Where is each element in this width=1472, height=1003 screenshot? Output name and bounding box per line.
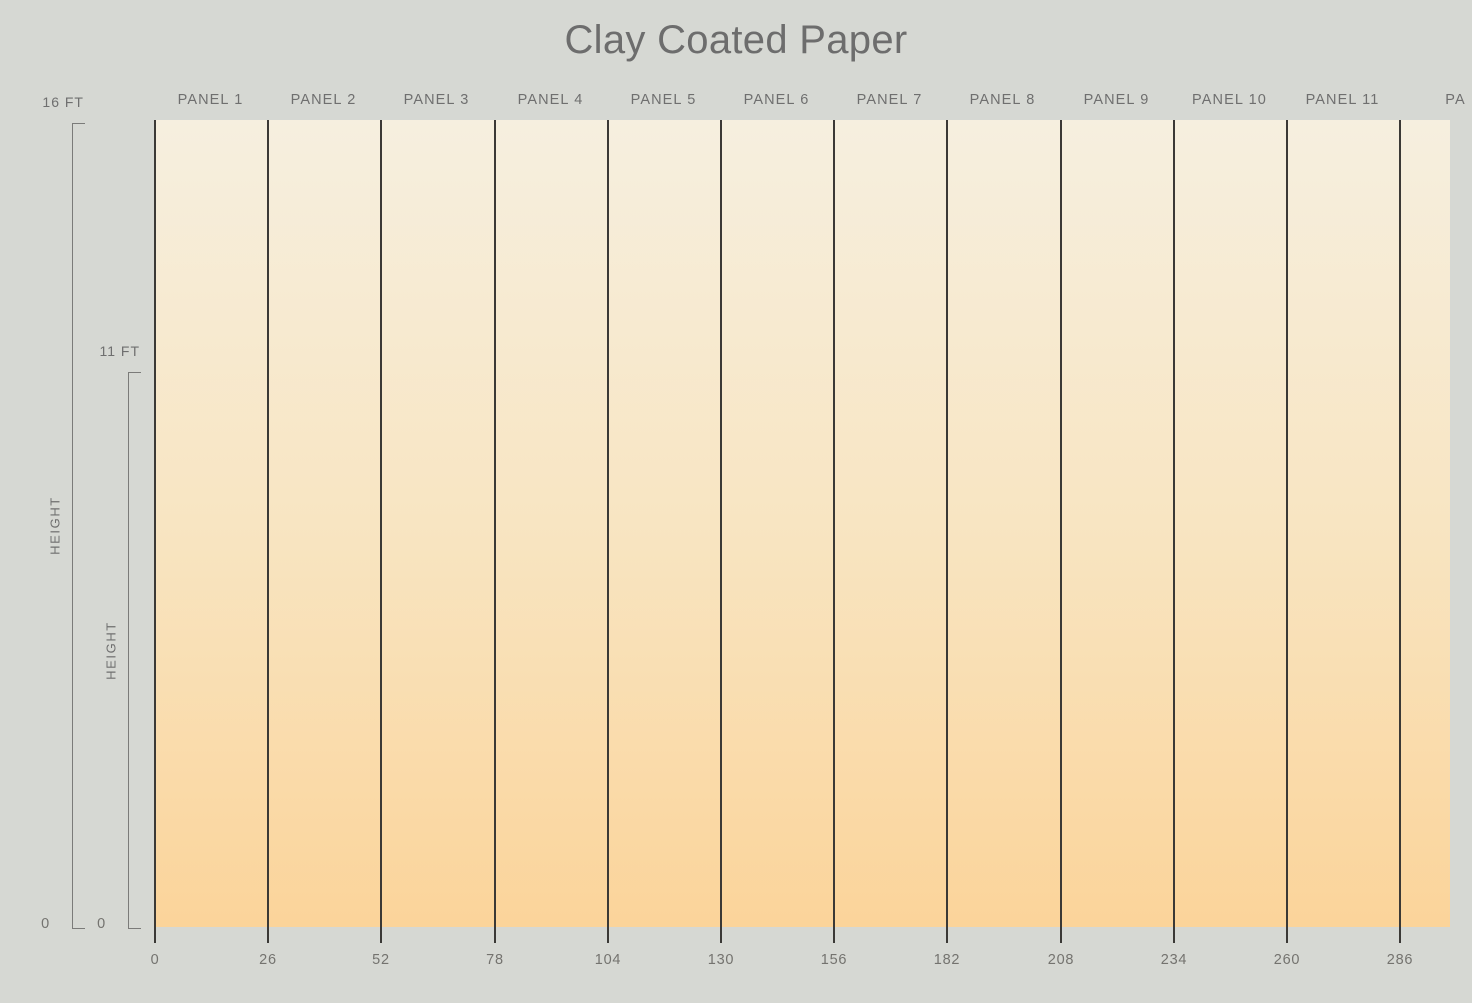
panel-divider bbox=[1060, 120, 1062, 927]
panel-label: PANEL 6 bbox=[743, 92, 810, 108]
plot-area[interactable] bbox=[154, 120, 1450, 927]
x-axis-tick bbox=[154, 927, 156, 943]
x-axis-tick bbox=[380, 927, 382, 943]
x-axis-tick bbox=[1286, 927, 1288, 943]
x-axis-tick-label: 208 bbox=[1047, 952, 1075, 968]
panel-label: PANEL 11 bbox=[1305, 92, 1380, 108]
x-axis-tick bbox=[1399, 927, 1401, 943]
panel-divider bbox=[267, 120, 269, 927]
panel-label: PANEL 7 bbox=[856, 92, 923, 108]
page-title: Clay Coated Paper bbox=[564, 18, 908, 62]
panel-divider bbox=[833, 120, 835, 927]
x-axis-tick-label: 104 bbox=[594, 952, 622, 968]
panel-label: PANEL 9 bbox=[1083, 92, 1150, 108]
x-axis-tick-label: 78 bbox=[486, 952, 504, 968]
x-axis-tick-label: 0 bbox=[150, 952, 160, 968]
x-axis-tick bbox=[720, 927, 722, 943]
panel-divider bbox=[494, 120, 496, 927]
panel-label-band: PANEL 1 PANEL 2 PANEL 3 PANEL 4 PANEL 5 PANEL… bbox=[154, 92, 1472, 114]
y-axis-min-label-inner: 0 bbox=[97, 916, 106, 932]
x-axis-tick-label: 26 bbox=[259, 952, 277, 968]
x-axis-tick-label: 52 bbox=[372, 952, 390, 968]
x-axis-tick-label: 182 bbox=[933, 952, 961, 968]
panel-divider bbox=[1173, 120, 1175, 927]
panel-label: PANEL 3 bbox=[403, 92, 470, 108]
x-axis-tick bbox=[1060, 927, 1062, 943]
y-axis-title-outer: HEIGHT bbox=[47, 496, 63, 555]
y-axis-max-label-outer: 16 FT bbox=[42, 94, 84, 110]
panel-label: PANEL 2 bbox=[290, 92, 357, 108]
y-axis-bracket-inner bbox=[128, 372, 141, 929]
x-axis-tick-label: 234 bbox=[1160, 952, 1188, 968]
y-axis-min-label-outer: 0 bbox=[41, 916, 50, 932]
x-axis-tick-label: 156 bbox=[820, 952, 848, 968]
x-axis-tick bbox=[1173, 927, 1175, 943]
x-axis-tick bbox=[946, 927, 948, 943]
panel-divider bbox=[607, 120, 609, 927]
panel-label: PANEL 4 bbox=[517, 92, 584, 108]
panel-label: PANEL 8 bbox=[969, 92, 1036, 108]
panel-divider bbox=[1286, 120, 1288, 927]
x-axis-tick bbox=[267, 927, 269, 943]
panel-divider bbox=[720, 120, 722, 927]
panel-divider bbox=[380, 120, 382, 927]
panel-label: PANEL 5 bbox=[630, 92, 697, 108]
panel-divider bbox=[154, 120, 156, 927]
panel-label: PA bbox=[1445, 92, 1466, 108]
x-axis-tick bbox=[833, 927, 835, 943]
gradient-fill bbox=[154, 120, 1450, 927]
x-axis-tick bbox=[607, 927, 609, 943]
panel-label: PANEL 1 bbox=[177, 92, 244, 108]
panel-divider bbox=[1399, 120, 1401, 927]
x-axis-tick-label: 286 bbox=[1386, 952, 1414, 968]
panel-label: PANEL 10 bbox=[1192, 92, 1267, 108]
y-axis-title-inner: HEIGHT bbox=[103, 621, 119, 680]
x-axis-tick-label: 260 bbox=[1273, 952, 1301, 968]
y-axis-max-label-inner: 11 FT bbox=[99, 343, 140, 359]
x-axis-tick bbox=[494, 927, 496, 943]
y-axis-bracket-outer bbox=[72, 123, 85, 929]
panel-divider bbox=[946, 120, 948, 927]
x-axis-tick-label: 130 bbox=[707, 952, 735, 968]
chart-canvas: Clay Coated Paper PANEL 1 PANEL 2 PANEL 3P… bbox=[0, 0, 1472, 1003]
